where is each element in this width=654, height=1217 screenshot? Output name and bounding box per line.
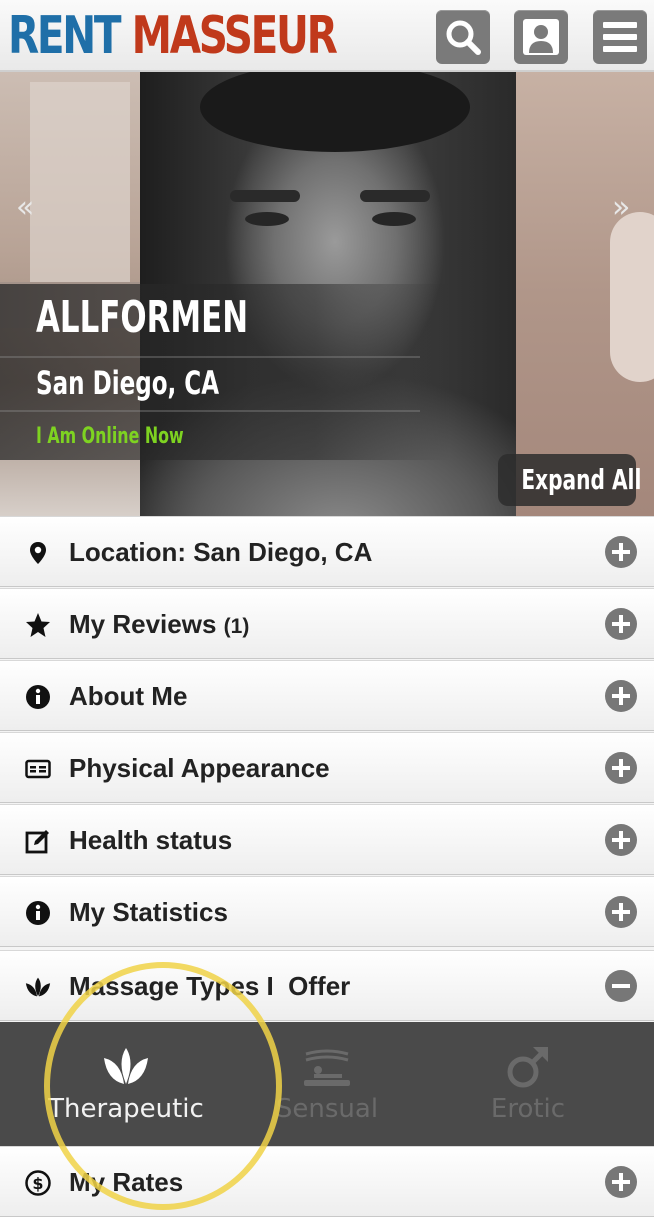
edit-icon — [24, 828, 52, 854]
section-label: My Statistics — [69, 897, 228, 927]
location-pin-icon — [24, 540, 52, 566]
lotus-icon — [104, 1048, 148, 1084]
section-label: Physical Appearance — [69, 753, 330, 783]
section-rates[interactable]: $ My Rates — [0, 1146, 654, 1217]
prev-photo-arrow[interactable]: « — [16, 190, 34, 225]
logo-word-rent: RENT — [8, 6, 122, 66]
search-icon — [446, 20, 481, 55]
section-label: My Rates — [69, 1167, 184, 1197]
massage-type-erotic[interactable]: Erotic — [428, 1022, 628, 1146]
expand-all-label: Expand All — [521, 463, 642, 496]
expand-plus-icon[interactable] — [605, 680, 637, 712]
massage-type-sensual[interactable]: Sensual — [227, 1022, 427, 1146]
massage-type-label: Therapeutic — [48, 1094, 204, 1124]
account-button[interactable] — [514, 10, 568, 64]
massage-types-panel: Therapeutic Sensual Erotic — [0, 1022, 654, 1146]
massage-type-therapeutic[interactable]: Therapeutic — [26, 1022, 226, 1146]
massage-type-label: Erotic — [490, 1094, 566, 1124]
logo-word-masseur: MASSEUR — [131, 6, 338, 66]
expand-plus-icon[interactable] — [605, 536, 637, 568]
section-statistics[interactable]: My Statistics — [0, 876, 654, 947]
section-location[interactable]: Location: San Diego, CA — [0, 516, 654, 587]
next-photo-preview — [516, 72, 654, 516]
expand-plus-icon[interactable] — [605, 752, 637, 784]
section-health-status[interactable]: Health status — [0, 804, 654, 875]
section-label: Location: San Diego, CA — [69, 537, 373, 567]
section-reviews[interactable]: My Reviews (1) — [0, 588, 654, 659]
expand-plus-icon[interactable] — [605, 1166, 637, 1198]
expand-all-button[interactable]: Expand All — [498, 454, 641, 506]
search-button[interactable] — [436, 10, 490, 64]
review-count: (1) — [223, 615, 250, 638]
next-photo-arrow[interactable]: » — [612, 190, 630, 225]
collapse-minus-icon[interactable] — [605, 970, 637, 1002]
massage-table-icon — [304, 1049, 350, 1086]
profile-city: San Diego, CA — [36, 364, 220, 402]
lotus-icon — [24, 974, 52, 1000]
section-massage-types[interactable]: Massage Types I Offer — [0, 950, 654, 1021]
section-label: Massage Types I Offer — [69, 971, 351, 1001]
svg-text:$: $ — [32, 1174, 43, 1193]
info-icon — [24, 684, 52, 710]
profile-name: ALLFORMEN — [36, 292, 249, 343]
profile-photo-carousel[interactable]: « » ALLFORMEN San Diego, CA I Am Online … — [0, 72, 654, 516]
star-icon — [24, 612, 52, 638]
section-label: My Reviews (1) — [69, 609, 250, 639]
menu-icon — [603, 22, 637, 52]
menu-button[interactable] — [593, 10, 647, 64]
top-bar: RENT MASSEUR — [0, 0, 654, 72]
section-label: About Me — [69, 681, 188, 711]
dollar-icon: $ — [24, 1170, 52, 1196]
user-icon — [523, 19, 559, 55]
section-about-me[interactable]: About Me — [0, 660, 654, 731]
expand-plus-icon[interactable] — [605, 896, 637, 928]
section-physical-appearance[interactable]: Physical Appearance — [0, 732, 654, 803]
section-label: Health status — [69, 825, 233, 855]
male-symbol-icon — [507, 1047, 548, 1088]
massage-type-label: Sensual — [275, 1094, 379, 1124]
expand-plus-icon[interactable] — [605, 824, 637, 856]
online-status: I Am Online Now — [36, 424, 184, 449]
expand-plus-icon[interactable] — [605, 608, 637, 640]
site-logo[interactable]: RENT MASSEUR — [8, 2, 338, 70]
id-card-icon — [24, 756, 52, 782]
info-icon — [24, 900, 52, 926]
